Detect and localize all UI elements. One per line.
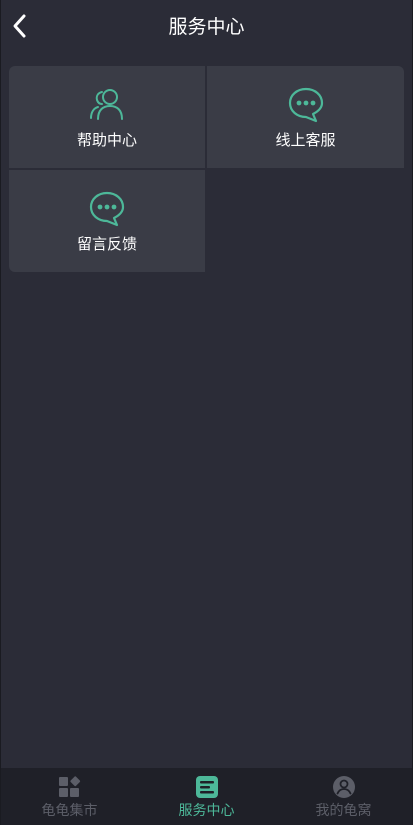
service-grid: 帮助中心 线上客服 留言反馈 [9, 66, 404, 272]
service-feedback[interactable]: 留言反馈 [9, 170, 205, 272]
app-screen: 服务中心 帮助中心 线上客服 留言反馈 龟龟集市 服务中心 我的龟窝 [1, 0, 412, 825]
header-bar: 服务中心 [1, 0, 412, 54]
user-circle-icon [332, 776, 355, 798]
tab-label: 我的龟窝 [315, 803, 372, 819]
service-online-support[interactable]: 线上客服 [207, 66, 404, 168]
tab-my-profile[interactable]: 我的龟窝 [275, 768, 412, 825]
service-label: 留言反馈 [76, 235, 137, 253]
service-label: 帮助中心 [76, 131, 137, 149]
service-label: 线上客服 [275, 131, 336, 149]
service-help-center[interactable]: 帮助中心 [9, 66, 205, 168]
tab-label: 龟龟集市 [41, 803, 98, 819]
page-title: 服务中心 [168, 16, 245, 38]
users-icon [90, 89, 123, 120]
tab-market[interactable]: 龟龟集市 [1, 768, 138, 825]
service-card-icon [195, 776, 218, 798]
tab-label: 服务中心 [178, 803, 235, 819]
chat-bubble-icon [89, 191, 125, 227]
tab-service-center[interactable]: 服务中心 [138, 768, 275, 825]
bottom-tab-bar: 龟龟集市 服务中心 我的龟窝 [1, 768, 412, 825]
chat-bubble-icon [288, 87, 323, 123]
apps-icon [58, 776, 80, 797]
